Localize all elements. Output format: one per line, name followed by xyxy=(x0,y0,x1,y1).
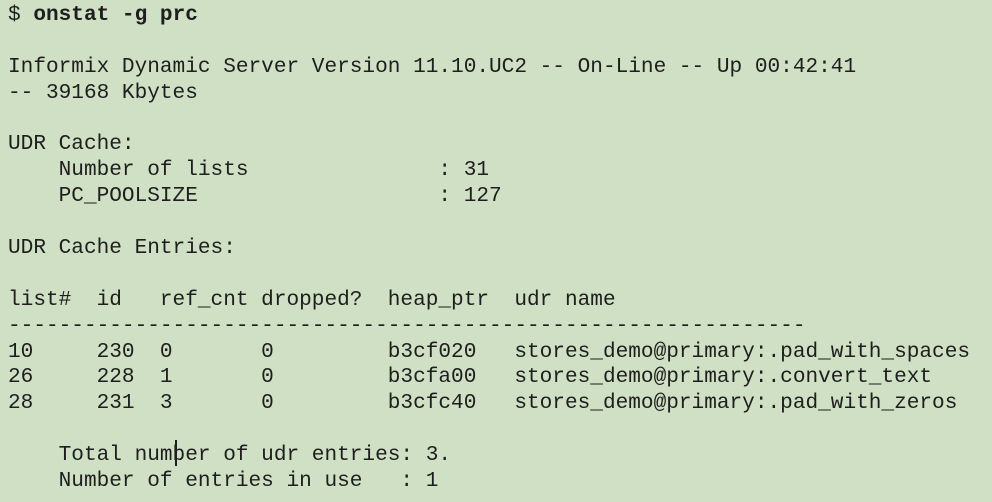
number-of-lists: Number of lists : 31 xyxy=(8,158,490,183)
terminal-output: $ onstat -g prc Informix Dynamic Server … xyxy=(8,3,970,495)
table-row: 26 228 1 0 b3cfa00 stores_demo@primary:.… xyxy=(8,365,933,390)
entries-title: UDR Cache Entries: xyxy=(8,236,236,261)
udr-cache-title: UDR Cache: xyxy=(8,132,135,157)
command-line: $ onstat -g prc xyxy=(8,3,970,29)
table-separator: ----------------------------------------… xyxy=(8,313,806,338)
command: onstat -g prc xyxy=(33,3,198,27)
text-cursor-icon xyxy=(175,440,177,466)
server-memory-line: -- 39168 Kbytes xyxy=(8,80,198,105)
prompt: $ xyxy=(8,3,34,27)
table-row: 10 230 0 0 b3cf020 stores_demo@primary:.… xyxy=(8,339,971,364)
server-version-line: Informix Dynamic Server Version 11.10.UC… xyxy=(8,54,857,79)
table-header: list# id ref_cnt dropped? heap_ptr udr n… xyxy=(8,287,616,312)
entries-in-use: Number of entries in use : 1 xyxy=(8,469,439,494)
table-row: 28 231 3 0 b3cfc40 stores_demo@primary:.… xyxy=(8,391,958,416)
total-entries: Total number of udr entries: 3. xyxy=(8,443,452,468)
pc-poolsize: PC_POOLSIZE : 127 xyxy=(8,184,502,209)
